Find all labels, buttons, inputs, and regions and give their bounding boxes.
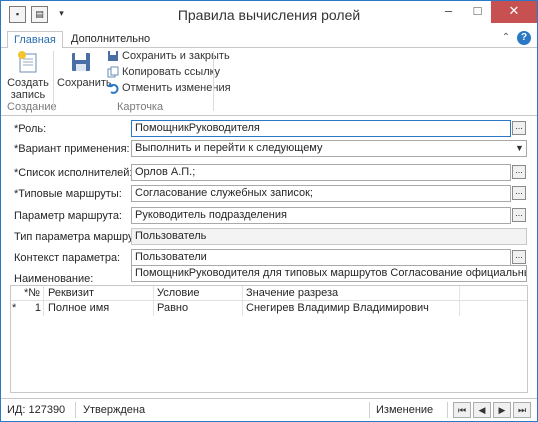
route-param-pick-button[interactable]: ... (512, 208, 526, 222)
create-record-label: Создать запись (7, 77, 49, 101)
route-param-label: Параметр маршрута: (14, 210, 122, 222)
next-record-button[interactable]: ▶ (493, 402, 511, 418)
undo-label: Отменить изменения (122, 82, 231, 94)
status-divider (75, 402, 76, 418)
tab-additional[interactable]: Дополнительно (65, 31, 156, 49)
maximize-button[interactable]: □ (463, 1, 492, 23)
table-header: *№ Реквизит Условие Значение разреза (11, 286, 527, 301)
route-param-type-label: Тип параметра маршрута: (14, 231, 148, 243)
role-pick-button[interactable]: ... (512, 121, 526, 135)
copy-link-icon (107, 66, 119, 78)
save-label: Сохранить (57, 77, 112, 89)
chevron-down-icon[interactable]: ▼ (515, 143, 524, 153)
conditions-table: *№ Реквизит Условие Значение разреза * 1… (10, 285, 528, 393)
row-marker: * (12, 302, 17, 314)
column-header-condition[interactable]: Условие (154, 286, 244, 301)
ribbon: Создать запись Создание Сохранить Сохран… (1, 48, 537, 116)
create-record-button[interactable]: Создать запись (7, 50, 49, 101)
group-divider (213, 51, 214, 111)
routes-field[interactable]: Согласование служебных записок; (131, 185, 511, 202)
new-document-icon (18, 51, 37, 73)
role-field[interactable]: ПомощникРуководителя (131, 120, 511, 137)
ribbon-tabs: Главная Дополнительно (1, 29, 537, 49)
prev-record-button[interactable]: ◀ (473, 402, 491, 418)
row-value[interactable]: Снегирев Владимир Владимирович (243, 301, 458, 316)
copy-link-button[interactable]: Копировать ссылку (107, 65, 220, 80)
role-label: *Роль: (14, 123, 47, 135)
copy-link-label: Копировать ссылку (122, 66, 221, 78)
route-param-type-field: Пользователь (131, 228, 527, 245)
floppy-disk-icon (72, 53, 90, 71)
save-close-button[interactable]: Сохранить и закрыть (107, 49, 230, 64)
group-divider (53, 51, 54, 111)
close-button[interactable]: ✕ (491, 1, 537, 23)
record-id: ИД: 127390 (7, 404, 66, 416)
row-num: 1 (34, 302, 41, 314)
route-param-field[interactable]: Руководитель подразделения (131, 207, 511, 224)
column-header-value[interactable]: Значение разреза (243, 286, 458, 301)
card-group-label: Карточка (117, 101, 164, 113)
first-record-button[interactable]: ⏮ (453, 402, 471, 418)
row-field[interactable]: Полное имя (45, 301, 153, 316)
param-context-label: Контекст параметра: (14, 252, 121, 264)
edit-mode: Изменение (376, 404, 434, 416)
routes-pick-button[interactable]: ... (512, 186, 526, 200)
column-header-field[interactable]: Реквизит (45, 286, 155, 301)
last-record-button[interactable]: ⏭ (513, 402, 531, 418)
param-context-field[interactable]: Пользователи (131, 249, 511, 266)
status-divider (447, 402, 448, 418)
record-state: Утверждена (83, 404, 146, 416)
status-divider (369, 402, 370, 418)
tab-home[interactable]: Главная (7, 31, 63, 49)
table-row[interactable]: * 1 Полное имя Равно Снегирев Владимир В… (11, 301, 460, 316)
undo-icon (107, 83, 119, 94)
performers-label: *Список исполнителей: (14, 167, 133, 179)
row-condition[interactable]: Равно (154, 301, 242, 316)
variant-label: *Вариант применения: (14, 143, 130, 155)
variant-select[interactable]: Выполнить и перейти к следующему (131, 140, 527, 157)
minimize-button[interactable]: – (434, 1, 463, 23)
collapse-ribbon-icon[interactable]: ⌃ (499, 31, 513, 45)
save-close-icon (108, 51, 118, 62)
title-bar: ▪ ▤ ▾ Правила вычисления ролей – □ ✕ (1, 1, 537, 29)
performers-pick-button[interactable]: ... (512, 165, 526, 179)
routes-label: *Типовые маршруты: (14, 188, 122, 200)
name-label: Наименование: (14, 273, 94, 285)
help-icon[interactable]: ? (517, 31, 531, 45)
param-context-pick-button[interactable]: ... (512, 250, 526, 264)
create-group-label: Создание (7, 101, 57, 113)
status-bar: ИД: 127390 Утверждена Изменение ⏮ ◀ ▶ ⏭ (1, 398, 537, 421)
save-button[interactable]: Сохранить (57, 50, 112, 89)
name-field[interactable]: ПомощникРуководителя для типовых маршрут… (131, 265, 527, 282)
performers-field[interactable]: Орлов А.П.; (131, 164, 511, 181)
window: ▪ ▤ ▾ Правила вычисления ролей – □ ✕ Гла… (0, 0, 538, 422)
